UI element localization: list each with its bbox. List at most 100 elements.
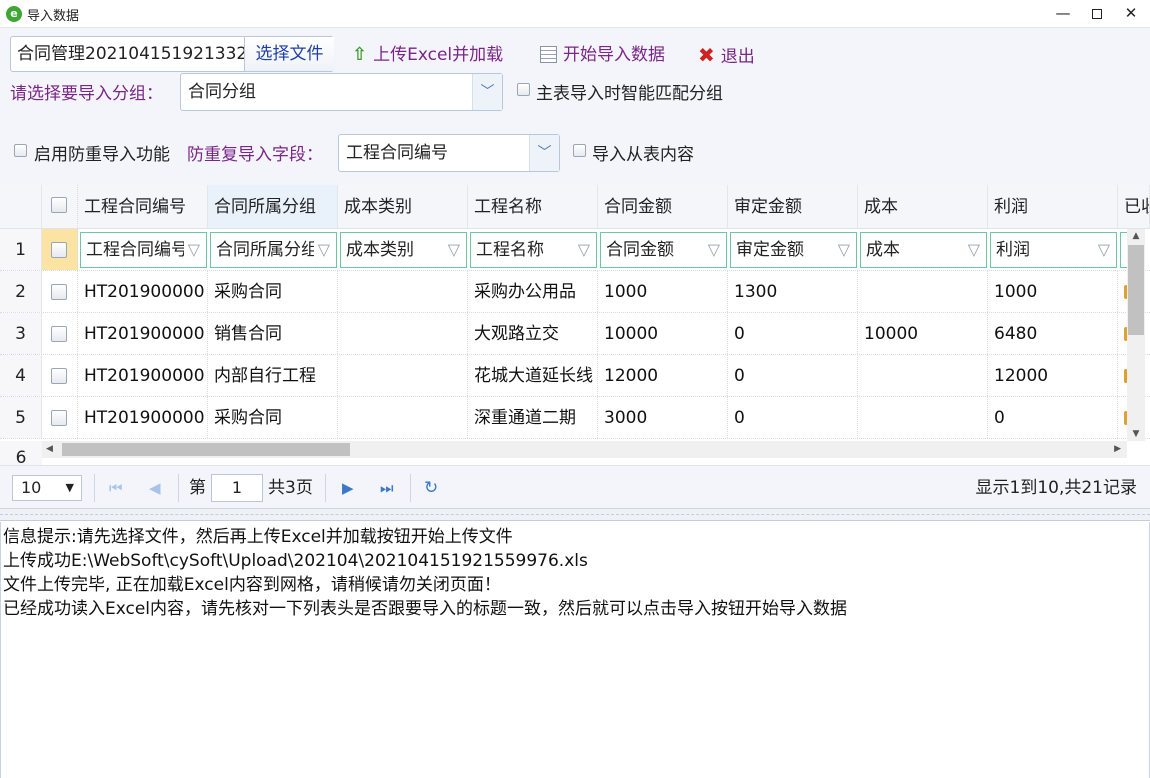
table-row[interactable]: 4 HT201900000 内部自行工程 花城大道延长线 12000 0 120… (0, 355, 1150, 397)
smart-match-checkbox[interactable] (517, 83, 530, 96)
last-page-button[interactable]: ⏭ (380, 476, 394, 500)
column-header[interactable]: 工程合同编号 (78, 185, 208, 228)
filter-icon[interactable]: ▽ (1093, 233, 1110, 267)
scroll-left-icon[interactable]: ◀ (46, 441, 53, 458)
table-cell[interactable]: 12000 (988, 355, 1118, 396)
table-cell[interactable]: 1000 (988, 271, 1118, 312)
column-header[interactable]: 工程名称 (468, 185, 598, 228)
vertical-scrollbar[interactable]: ▲ ▼ (1127, 229, 1145, 441)
column-filter-input[interactable]: 工程名称 ▽ (470, 232, 597, 268)
scroll-right-icon[interactable]: ▶ (1114, 441, 1121, 458)
table-cell[interactable]: 采购合同 (208, 271, 338, 312)
column-header[interactable]: 合同金额 (598, 185, 728, 228)
filter-icon[interactable]: ▽ (183, 233, 200, 267)
upload-load-button[interactable]: ⇧ 上传Excel并加载 (352, 42, 503, 68)
next-page-button[interactable]: ▶ (342, 476, 354, 500)
choose-file-button[interactable]: 选择文件 (244, 37, 334, 71)
row-checkbox[interactable] (51, 242, 67, 258)
group-label: 请选择要导入分组： (10, 84, 163, 104)
filter-icon[interactable]: ▽ (963, 233, 980, 267)
file-path-input[interactable]: 合同管理202104151921332 (11, 37, 244, 71)
filter-icon[interactable]: ▽ (703, 233, 720, 267)
column-filter-input[interactable]: 合同金额 ▽ (600, 232, 727, 268)
first-page-button[interactable]: ⏮ (109, 476, 123, 500)
chevron-down-icon[interactable]: ﹀ (472, 74, 502, 110)
page-number-input[interactable]: 1 (211, 474, 263, 502)
table-cell[interactable]: 1300 (728, 271, 858, 312)
header-corner (0, 185, 42, 228)
column-header[interactable]: 利润 (988, 185, 1118, 228)
group-select[interactable]: 合同分组 ﹀ (180, 73, 503, 111)
filter-icon[interactable]: ▽ (443, 233, 460, 267)
table-cell[interactable] (338, 397, 468, 438)
table-cell[interactable]: 0 (728, 313, 858, 354)
vertical-scroll-thumb[interactable] (1128, 245, 1144, 335)
column-header[interactable]: 合同所属分组 (208, 185, 338, 228)
row-checkbox[interactable] (51, 284, 67, 300)
start-import-button[interactable]: 开始导入数据 (540, 42, 665, 68)
column-header[interactable]: 审定金额 (728, 185, 858, 228)
table-cell[interactable]: 10000 (858, 313, 988, 354)
filter-icon[interactable]: ▽ (833, 233, 850, 267)
table-cell[interactable] (338, 313, 468, 354)
import-child-checkbox[interactable] (573, 144, 586, 157)
table-cell[interactable]: 采购办公用品 (468, 271, 598, 312)
column-header[interactable]: 成本类别 (338, 185, 468, 228)
table-cell[interactable]: HT201900000 (78, 313, 208, 354)
table-cell[interactable] (858, 271, 988, 312)
table-cell[interactable] (338, 271, 468, 312)
table-cell[interactable]: 0 (728, 397, 858, 438)
table-cell[interactable]: 深重通道二期 (468, 397, 598, 438)
table-cell[interactable] (858, 397, 988, 438)
table-row[interactable]: 2 HT201900000 采购合同 采购办公用品 1000 1300 1000 (0, 271, 1150, 313)
column-filter-input[interactable]: 成本 ▽ (860, 232, 987, 268)
table-row[interactable]: 3 HT201900000 销售合同 大观路立交 10000 0 10000 6… (0, 313, 1150, 355)
table-cell[interactable]: 10000 (598, 313, 728, 354)
table-cell[interactable]: 采购合同 (208, 397, 338, 438)
table-cell[interactable]: 6480 (988, 313, 1118, 354)
exit-button[interactable]: ✖ 退出 (698, 42, 755, 68)
table-cell[interactable]: 12000 (598, 355, 728, 396)
row-checkbox[interactable] (51, 326, 67, 342)
scroll-down-icon[interactable]: ▼ (1127, 429, 1145, 439)
table-cell[interactable]: 0 (728, 355, 858, 396)
table-cell[interactable]: 大观路立交 (468, 313, 598, 354)
page-size-select[interactable]: 10 ▼ (12, 475, 82, 501)
close-button[interactable]: ✕ (1114, 0, 1148, 28)
select-all-checkbox[interactable] (51, 197, 67, 213)
table-cell[interactable] (858, 355, 988, 396)
column-header[interactable]: 已收 (1118, 185, 1150, 228)
maximize-button[interactable] (1080, 0, 1114, 28)
row-checkbox[interactable] (51, 368, 67, 384)
table-cell[interactable] (338, 355, 468, 396)
filter-icon[interactable]: ▽ (573, 233, 590, 267)
refresh-icon[interactable]: ↻ (424, 476, 438, 500)
filter-icon[interactable]: ▽ (313, 233, 330, 267)
dedupe-field-select[interactable]: 工程合同编号 ﹀ (338, 134, 560, 172)
column-filter-input[interactable]: 合同所属分组 ▽ (210, 232, 337, 268)
column-filter-input[interactable]: 利润 ▽ (990, 232, 1117, 268)
prev-page-button[interactable]: ◀ (149, 476, 161, 500)
minimize-button[interactable]: — (1046, 0, 1080, 28)
horizontal-scrollbar[interactable]: ◀ ▶ (42, 441, 1127, 458)
dedupe-checkbox[interactable] (14, 144, 27, 157)
table-cell[interactable]: 销售合同 (208, 313, 338, 354)
row-checkbox[interactable] (51, 410, 67, 426)
column-filter-input[interactable]: 审定金额 ▽ (730, 232, 857, 268)
scroll-up-icon[interactable]: ▲ (1127, 231, 1145, 241)
table-cell[interactable]: 1000 (598, 271, 728, 312)
table-cell[interactable]: 3000 (598, 397, 728, 438)
chevron-down-icon[interactable]: ﹀ (529, 135, 559, 171)
panel-splitter[interactable] (0, 509, 1150, 521)
table-cell[interactable]: HT201900000 (78, 271, 208, 312)
table-row[interactable]: 5 HT201900000 采购合同 深重通道二期 3000 0 0 (0, 397, 1150, 439)
table-cell[interactable]: HT201900000 (78, 397, 208, 438)
table-cell[interactable]: 内部自行工程 (208, 355, 338, 396)
column-header[interactable]: 成本 (858, 185, 988, 228)
horizontal-scroll-thumb[interactable] (62, 443, 350, 456)
column-filter-input[interactable]: 工程合同编号 ▽ (80, 232, 207, 268)
table-cell[interactable]: HT201900000 (78, 355, 208, 396)
column-filter-input[interactable]: 成本类别 ▽ (340, 232, 467, 268)
table-cell[interactable]: 0 (988, 397, 1118, 438)
table-cell[interactable]: 花城大道延长线 (468, 355, 598, 396)
